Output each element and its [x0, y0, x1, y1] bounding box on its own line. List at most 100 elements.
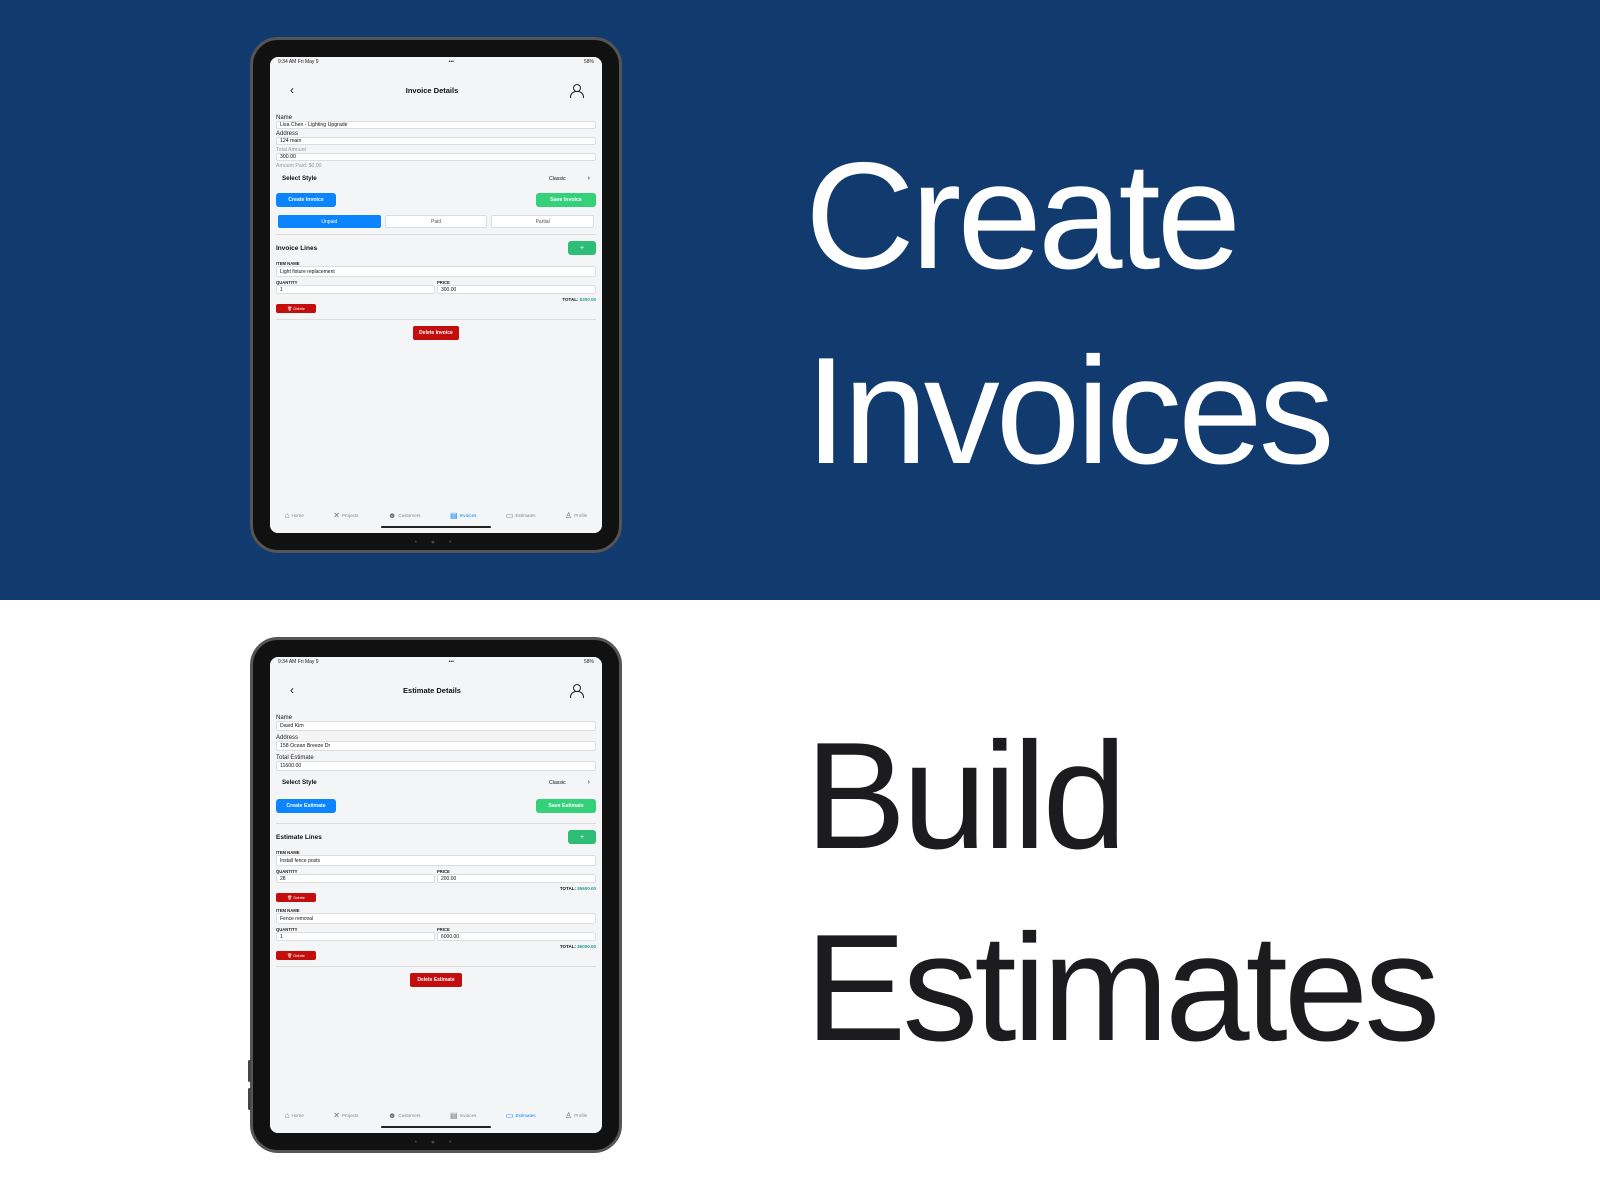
page-dots: • ● •	[414, 1139, 458, 1146]
item-name-field[interactable]: Light fixture replacement	[276, 266, 596, 277]
lines-title: Estimate Lines	[276, 833, 322, 841]
trash-icon: 🗑	[287, 306, 293, 311]
back-icon[interactable]: ‹	[290, 83, 294, 97]
total-estimate-field[interactable]: 11600.00	[276, 761, 596, 771]
user-icon[interactable]	[569, 684, 584, 698]
headline-create: Create	[805, 131, 1241, 301]
invoice-screen: 9:34 AM Fri May 9 ••• 58% ‹ Invoice Deta…	[270, 57, 602, 533]
headline-estimates: Estimates	[805, 903, 1440, 1073]
people-icon: ☻	[387, 1111, 397, 1120]
action-buttons: Create Invoice Save Invoice	[270, 187, 602, 207]
name-field[interactable]: David Kim	[276, 721, 596, 731]
tab-profile[interactable]: ♙ Profile	[565, 511, 587, 520]
save-invoice-button[interactable]: Save Invoice	[536, 193, 596, 207]
line-total: TOTAL: $5600.00	[276, 886, 596, 891]
select-style-label: Select Style	[282, 174, 317, 182]
address-field[interactable]: 124 main	[276, 137, 596, 145]
tab-label: Home	[291, 1113, 304, 1118]
price-field[interactable]: 300.00	[437, 285, 596, 294]
line-item: ITEM NAME Install fence posts QUANTITY 2…	[270, 850, 602, 902]
add-line-button[interactable]: +	[568, 830, 596, 844]
invoices-section: 9:34 AM Fri May 9 ••• 58% ‹ Invoice Deta…	[0, 0, 1600, 600]
tab-bar: ⌂ Home ✕ Projects ☻ Customers ▤ Invoices ▭ Es…	[270, 1103, 602, 1133]
tab-invoices[interactable]: ▤ Invoices	[450, 1111, 476, 1120]
trash-icon: 🗑	[287, 953, 293, 958]
page-title: Invoice Details	[405, 85, 459, 95]
select-style-row[interactable]: Select Style Classic ›	[270, 169, 602, 187]
total-prefix: TOTAL:	[559, 886, 576, 891]
home-icon: ⌂	[284, 511, 290, 520]
estimate-form: Name David Kim Address 158 Ocean Breeze …	[270, 715, 602, 771]
page-dots: • ● •	[414, 539, 458, 546]
item-name-field[interactable]: Fence removal	[276, 913, 596, 924]
item-name-field[interactable]: Install fence posts	[276, 855, 596, 866]
delete-line-button[interactable]: 🗑 Delete	[276, 951, 316, 960]
back-icon[interactable]: ‹	[290, 683, 294, 697]
person-icon: ♙	[565, 1111, 573, 1120]
tab-label: Projects	[341, 1113, 359, 1118]
delete-line-label: Delete	[293, 895, 305, 900]
quantity-field[interactable]: 28	[276, 874, 435, 883]
price-field[interactable]: 200.00	[437, 874, 596, 883]
segment-unpaid[interactable]: Unpaid	[278, 215, 381, 228]
tab-home[interactable]: ⌂ Home	[285, 511, 304, 520]
status-dots: •••	[448, 659, 454, 665]
create-invoice-button[interactable]: Create Invoice	[276, 193, 336, 207]
delete-line-label: Delete	[293, 306, 305, 311]
status-battery: 58%	[583, 659, 594, 665]
line-item: ITEM NAME Light fixture replacement QUAN…	[270, 261, 602, 313]
line-total-value: $300.00	[579, 297, 596, 302]
name-field[interactable]: Lisa Chen - Lighting Upgrade	[276, 121, 596, 129]
user-icon[interactable]	[570, 84, 584, 98]
tab-projects[interactable]: ✕ Projects	[333, 511, 358, 520]
segment-paid[interactable]: Paid	[384, 215, 488, 228]
add-line-button[interactable]: +	[568, 241, 596, 255]
line-total-value: $5600.00	[577, 886, 596, 891]
tab-label: Home	[291, 513, 304, 518]
total-prefix: TOTAL:	[562, 297, 579, 302]
segment-partial[interactable]: Partial	[491, 215, 595, 228]
total-prefix: TOTAL:	[559, 944, 576, 949]
style-value: Classic	[548, 175, 566, 182]
tab-label: Customers	[398, 513, 421, 518]
tab-estimates[interactable]: ▭ Estimates	[506, 1111, 536, 1120]
tab-estimates[interactable]: ▭ Estimates	[506, 511, 536, 520]
select-style-row[interactable]: Select Style Classic ›	[270, 771, 602, 793]
line-total: TOTAL: $300.00	[276, 297, 596, 302]
person-icon: ♙	[565, 511, 573, 520]
tablet-invoice: 9:34 AM Fri May 9 ••• 58% ‹ Invoice Deta…	[250, 37, 622, 553]
delete-estimate-button[interactable]: Delete Estimate	[410, 973, 462, 987]
nav-bar: ‹ Invoice Details	[270, 67, 602, 113]
quantity-field[interactable]: 1	[276, 285, 435, 294]
tab-customers[interactable]: ☻ Customers	[388, 1111, 421, 1120]
tablet-estimate: 9:34 AM Fri May 9 ••• 58% ‹ Estimate Det…	[248, 637, 622, 1153]
divider	[276, 823, 596, 824]
headline-build: Build	[805, 711, 1127, 881]
payment-status-segment: Unpaid Paid Partial	[270, 207, 602, 228]
volume-button	[248, 1088, 251, 1110]
tab-invoices[interactable]: ▤ Invoices	[450, 511, 476, 520]
tab-projects[interactable]: ✕ Projects	[333, 1111, 358, 1120]
quantity-field[interactable]: 1	[276, 932, 435, 941]
delete-invoice-button[interactable]: Delete Invoice	[413, 326, 459, 340]
create-estimate-button[interactable]: Create Estimate	[276, 799, 336, 813]
line-item: ITEM NAME Fence removal QUANTITY 1 PRICE…	[270, 908, 602, 960]
tab-profile[interactable]: ♙ Profile	[565, 1111, 587, 1120]
chevron-right-icon: ›	[587, 778, 590, 786]
tab-home[interactable]: ⌂ Home	[285, 1111, 304, 1120]
home-indicator	[381, 1126, 491, 1128]
price-field[interactable]: 6000.00	[437, 932, 596, 941]
select-style-label: Select Style	[282, 778, 317, 786]
status-battery: 58%	[583, 59, 594, 65]
delete-line-button[interactable]: 🗑 Delete	[276, 304, 316, 313]
tab-label: Estimates	[515, 513, 536, 518]
tab-customers[interactable]: ☻ Customers	[388, 511, 421, 520]
home-indicator	[381, 526, 491, 528]
save-estimate-button[interactable]: Save Estimate	[536, 799, 596, 813]
invoice-form: Name Lisa Chen - Lighting Upgrade Addres…	[270, 115, 602, 169]
delete-line-button[interactable]: 🗑 Delete	[276, 893, 316, 902]
total-amount-field[interactable]: 300.00	[276, 153, 596, 161]
lines-header: Estimate Lines +	[270, 830, 602, 844]
address-field[interactable]: 158 Ocean Breeze Dr	[276, 741, 596, 751]
headline-invoices: Invoices	[805, 326, 1335, 496]
